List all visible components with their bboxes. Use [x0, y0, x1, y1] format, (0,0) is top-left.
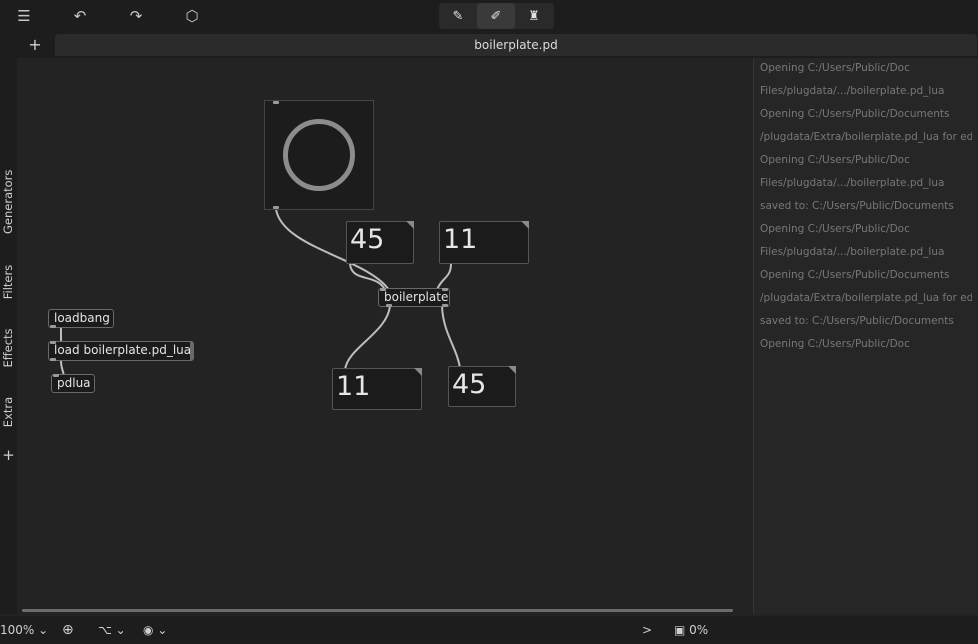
wire-num45-boilerplate: [349, 263, 386, 291]
connection-icon: ⌥: [98, 623, 112, 637]
redo-icon[interactable]: ↷: [124, 0, 148, 32]
tab-bar: + boilerplate.pd: [0, 32, 978, 58]
console-prompt-icon[interactable]: >: [642, 616, 652, 644]
loadbang-object[interactable]: loadbang: [48, 309, 114, 328]
sidebar-item-generators[interactable]: Generators: [1, 170, 15, 234]
cpu-value: 0%: [689, 623, 709, 637]
boilerplate-object[interactable]: boilerplate: [378, 288, 450, 307]
zoom-value: 100%: [0, 623, 35, 637]
number-box-out-left[interactable]: 11: [332, 368, 422, 410]
number-flag: [508, 366, 516, 374]
console-line: Files/plugdata/.../boilerplate.pd_lua: [760, 246, 945, 258]
sidebar-item-effects[interactable]: Effects: [1, 318, 15, 378]
presentation-icon[interactable]: ♜: [515, 3, 553, 29]
pdlua-label: pdlua: [57, 376, 91, 390]
sidebar-item-extra[interactable]: Extra: [1, 382, 15, 442]
number-flag: [414, 368, 422, 376]
console-line: Opening C:/Users/Public/Doc: [760, 154, 910, 166]
wire-num11-boilerplate: [436, 263, 452, 291]
boilerplate-label: boilerplate: [384, 290, 449, 304]
crosshair-icon[interactable]: ⊕: [62, 616, 74, 644]
pdlua-object[interactable]: pdlua: [51, 374, 95, 393]
console-line: saved to: C:/Users/Public/Documents: [760, 200, 954, 212]
number-value-in-left: 45: [350, 224, 385, 255]
knob-inlet[interactable]: [273, 101, 279, 104]
horizontal-scrollbar[interactable]: [22, 609, 733, 612]
pencil-icon[interactable]: ✎: [439, 3, 477, 29]
number-flag: [521, 221, 529, 229]
cpu-meter: ▣ 0%: [674, 616, 708, 644]
boilerplate-outlet-left[interactable]: [386, 304, 392, 307]
zoom-level[interactable]: 100% ⌄: [0, 616, 48, 644]
knob-outlet[interactable]: [273, 206, 279, 209]
number-box-in-left[interactable]: 45: [346, 221, 414, 264]
sidebar-item-filters[interactable]: Filters: [1, 252, 15, 312]
visibility-button[interactable]: ◉ ⌄: [143, 616, 167, 644]
console-line: Opening C:/Users/Public/Doc: [760, 338, 910, 350]
loadbang-label: loadbang: [54, 311, 110, 325]
console-line: Files/plugdata/.../boilerplate.pd_lua: [760, 85, 945, 97]
patch-canvas[interactable]: loadbang load boilerplate.pd_lua pdlua 4…: [17, 58, 978, 614]
boilerplate-inlet-left[interactable]: [380, 288, 386, 291]
wire-boilerplate-out11: [344, 305, 391, 371]
eye-icon: ◉: [143, 623, 154, 637]
console-panel[interactable]: Opening C:/Users/Public/Doc Files/plugda…: [753, 58, 978, 614]
loadbang-outlet[interactable]: [50, 325, 56, 328]
chevron-down-icon: ⌄: [115, 623, 126, 637]
load-message-box[interactable]: load boilerplate.pd_lua: [48, 341, 194, 361]
chevron-down-icon: ⌄: [38, 623, 49, 637]
patch-wires: [59, 208, 461, 377]
console-line: Opening C:/Users/Public/Doc: [760, 223, 910, 235]
pdlua-inlet[interactable]: [53, 374, 59, 377]
number-value-in-right: 11: [443, 224, 478, 255]
console-line: Files/plugdata/.../boilerplate.pd_lua: [760, 177, 945, 189]
main-toolbar: ☰ ↶ ↷ ⬡ ✎ ✐ ♜: [0, 0, 978, 32]
status-bar: 100% ⌄ ⊕ ⌥ ⌄ ◉ ⌄ > ▣ 0%: [0, 616, 978, 644]
undo-icon[interactable]: ↶: [68, 0, 92, 32]
load-message-inlet[interactable]: [50, 341, 56, 344]
number-box-in-right[interactable]: 11: [439, 221, 529, 264]
sidebar-add-button[interactable]: +: [0, 446, 17, 464]
number-box-out-right[interactable]: 45: [448, 366, 516, 407]
console-line: Opening C:/Users/Public/Doc: [760, 62, 910, 74]
number-value-out-left: 11: [336, 371, 371, 402]
new-tab-button[interactable]: +: [26, 32, 44, 58]
connection-style-button[interactable]: ⌥ ⌄: [98, 616, 126, 644]
boilerplate-inlet-right[interactable]: [442, 288, 448, 291]
number-flag: [406, 221, 414, 229]
console-line: saved to: C:/Users/Public/Documents: [760, 315, 954, 327]
load-message-outlet[interactable]: [50, 358, 56, 361]
edit-mode-group: ✎ ✐ ♜: [439, 3, 554, 29]
number-value-out-right: 45: [452, 369, 487, 400]
run-mode-icon[interactable]: ✐: [477, 3, 515, 29]
console-line: Opening C:/Users/Public/Documents: [760, 269, 950, 281]
menu-icon[interactable]: ☰: [12, 0, 36, 32]
knob-object[interactable]: [264, 100, 374, 210]
object-sidebar: Generators Filters Effects Extra +: [0, 58, 17, 614]
wire-boilerplate-out45: [441, 305, 461, 369]
knob-ring[interactable]: [283, 119, 355, 191]
load-message-label: load boilerplate.pd_lua: [54, 343, 192, 357]
boilerplate-outlet-right[interactable]: [442, 304, 448, 307]
cpu-icon: ▣: [674, 623, 686, 637]
add-object-icon[interactable]: ⬡: [180, 0, 204, 32]
console-line: Opening C:/Users/Public/Documents: [760, 108, 950, 120]
tab-boilerplate[interactable]: boilerplate.pd: [55, 34, 977, 56]
console-line: /plugdata/Extra/boilerplate.pd_lua for e…: [760, 292, 972, 304]
console-line: /plugdata/Extra/boilerplate.pd_lua for e…: [760, 131, 972, 143]
chevron-down-icon: ⌄: [157, 623, 168, 637]
